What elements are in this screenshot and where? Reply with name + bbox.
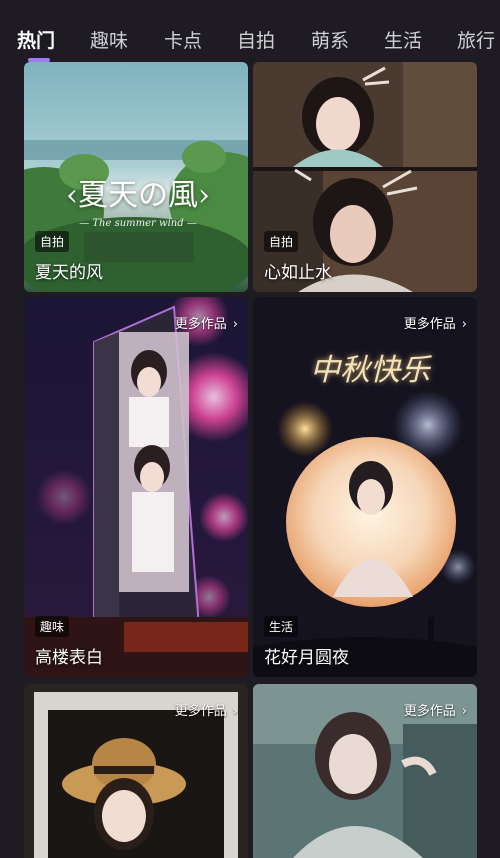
mid-autumn-overlay-title: 中秋快乐 (310, 353, 430, 388)
more-works-label: 更多作品 (403, 317, 456, 332)
more-works-label: 更多作品 (174, 317, 227, 332)
category-tab-bar: 热门 趣味 卡点 自拍 萌系 生活 旅行 (0, 0, 500, 62)
tab-hot[interactable]: 热门 (17, 26, 55, 53)
template-card-summer-wind[interactable]: ‹夏天の風› — The summer wind — 自拍 夏天的风 (24, 62, 248, 292)
chevron-right-icon: › (232, 704, 238, 719)
more-works-link[interactable]: 更多作品 › (175, 313, 238, 332)
more-works-label: 更多作品 (174, 704, 227, 719)
more-works-link[interactable]: 更多作品 › (175, 700, 238, 719)
category-badge: 趣味 (35, 616, 70, 637)
template-card-mid-autumn[interactable]: 中秋快乐 更多作品 › 生活 花好月圆夜 (253, 297, 477, 677)
chevron-right-icon: › (461, 317, 467, 332)
template-title: 花好月圆夜 (264, 648, 349, 668)
template-title: 心如止水 (264, 263, 332, 283)
tab-travel[interactable]: 旅行 (457, 26, 495, 53)
chevron-right-icon: › (461, 704, 467, 719)
template-title: 高楼表白 (35, 648, 103, 668)
template-card-sun-hat[interactable]: 更多作品 › (24, 684, 248, 858)
tab-selfie[interactable]: 自拍 (237, 26, 275, 53)
template-card-skyscraper-confession[interactable]: 更多作品 › 趣味 高楼表白 (24, 297, 248, 677)
category-badge: 自拍 (35, 231, 70, 252)
template-card-teal-portrait[interactable]: 更多作品 › (253, 684, 477, 858)
category-badge: 生活 (264, 616, 299, 637)
tab-cute[interactable]: 萌系 (311, 26, 349, 53)
tab-fun[interactable]: 趣味 (90, 26, 128, 53)
category-badge: 自拍 (264, 231, 299, 252)
more-works-link[interactable]: 更多作品 › (404, 700, 467, 719)
template-title: 夏天的风 (35, 263, 103, 283)
summer-wind-overlay-subtitle: — The summer wind — (79, 218, 197, 229)
tab-beat[interactable]: 卡点 (164, 26, 202, 53)
summer-wind-overlay-title: ‹夏天の風› (66, 178, 210, 213)
template-card-calm-heart[interactable]: 自拍 心如止水 (253, 62, 477, 292)
more-works-label: 更多作品 (403, 704, 456, 719)
more-works-link[interactable]: 更多作品 › (404, 313, 467, 332)
tab-life[interactable]: 生活 (384, 26, 422, 53)
chevron-right-icon: › (232, 317, 238, 332)
